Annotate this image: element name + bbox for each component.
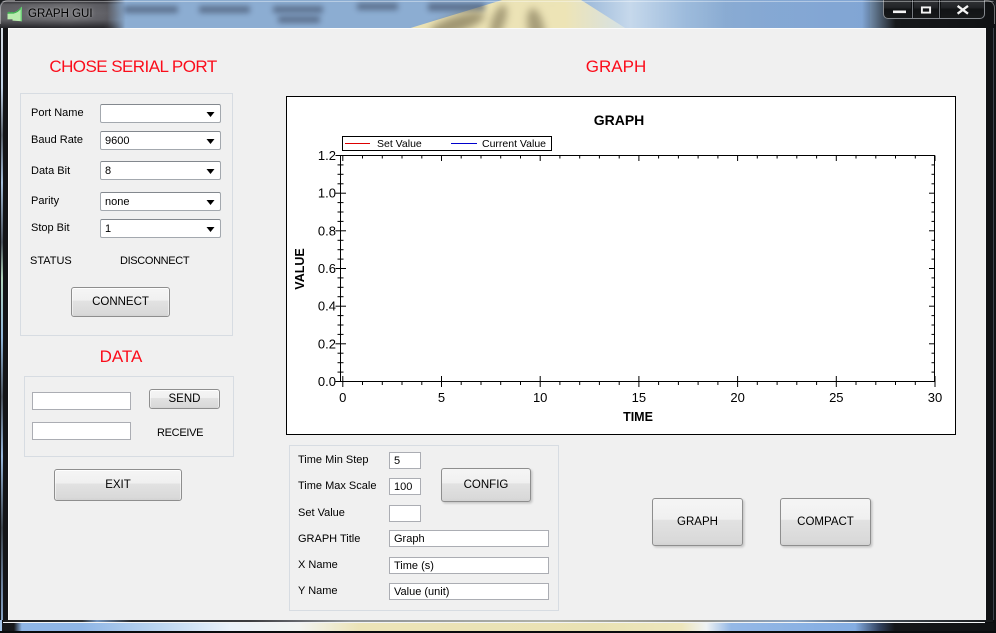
svg-text:1.0: 1.0 <box>318 186 336 201</box>
svg-text:20: 20 <box>730 390 744 405</box>
svg-text:Set Value: Set Value <box>377 138 422 150</box>
svg-text:0.2: 0.2 <box>318 336 336 351</box>
svg-text:0.0: 0.0 <box>318 374 336 389</box>
svg-text:0.4: 0.4 <box>318 299 336 314</box>
svg-text:5: 5 <box>438 390 445 405</box>
svg-text:10: 10 <box>533 390 547 405</box>
svg-text:0.6: 0.6 <box>318 261 336 276</box>
svg-text:TIME: TIME <box>623 410 653 424</box>
svg-text:15: 15 <box>632 390 646 405</box>
svg-text:GRAPH: GRAPH <box>594 112 645 128</box>
svg-text:25: 25 <box>829 390 843 405</box>
svg-text:1.2: 1.2 <box>318 148 336 163</box>
svg-text:30: 30 <box>928 390 942 405</box>
svg-text:0.8: 0.8 <box>318 223 336 238</box>
svg-text:VALUE: VALUE <box>293 248 307 289</box>
svg-text:0: 0 <box>339 390 346 405</box>
svg-text:Current Value: Current Value <box>482 138 546 150</box>
